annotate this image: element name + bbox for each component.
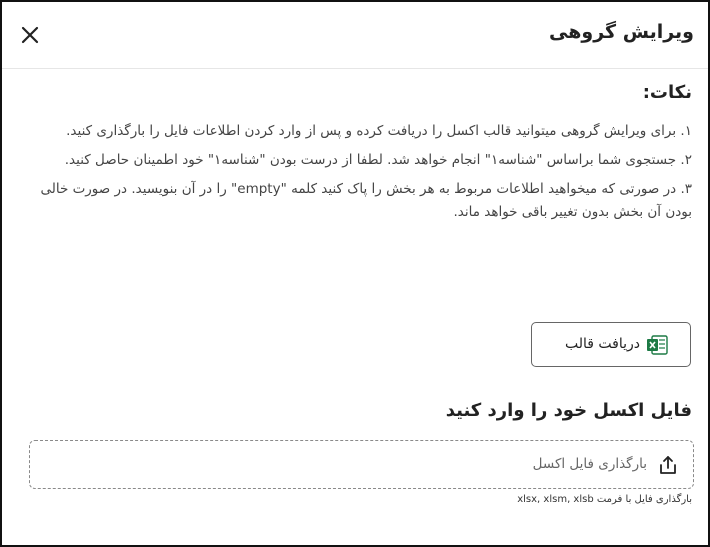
download-template-label: دریافت قالب xyxy=(564,336,640,352)
close-icon xyxy=(21,26,39,44)
upload-section-title: فایل اکسل خود را وارد کنید xyxy=(445,400,692,421)
notes-list: ۱. برای ویرایش گروهی میتوانید قالب اکسل … xyxy=(24,120,692,230)
upload-dropzone-label: بارگذاری فایل اکسل xyxy=(532,456,647,472)
file-format-hint: بارگذاری فایل با فرمت xlsx, xlsm, xlsb xyxy=(517,494,692,505)
dialog-title: ویرایش گروهی xyxy=(549,21,694,43)
note-item-2: ۲. جستجوی شما براساس "شناسه۱" انجام خواه… xyxy=(64,152,692,168)
note-item-1: ۱. برای ویرایش گروهی میتوانید قالب اکسل … xyxy=(66,123,692,139)
bulk-edit-dialog: ویرایش گروهی نکات: ۱. برای ویرایش گروهی … xyxy=(0,0,710,547)
notes-title: نکات: xyxy=(642,82,692,103)
download-template-button[interactable]: دریافت قالب xyxy=(531,322,691,367)
close-button[interactable] xyxy=(20,25,40,45)
dialog-header: ویرایش گروهی xyxy=(2,2,708,69)
upload-icon xyxy=(660,456,676,474)
excel-icon xyxy=(647,335,668,355)
note-item-3: ۳. در صورتی که میخواهید اطلاعات مربوط به… xyxy=(40,181,692,220)
excel-upload-dropzone[interactable]: بارگذاری فایل اکسل xyxy=(29,440,694,489)
